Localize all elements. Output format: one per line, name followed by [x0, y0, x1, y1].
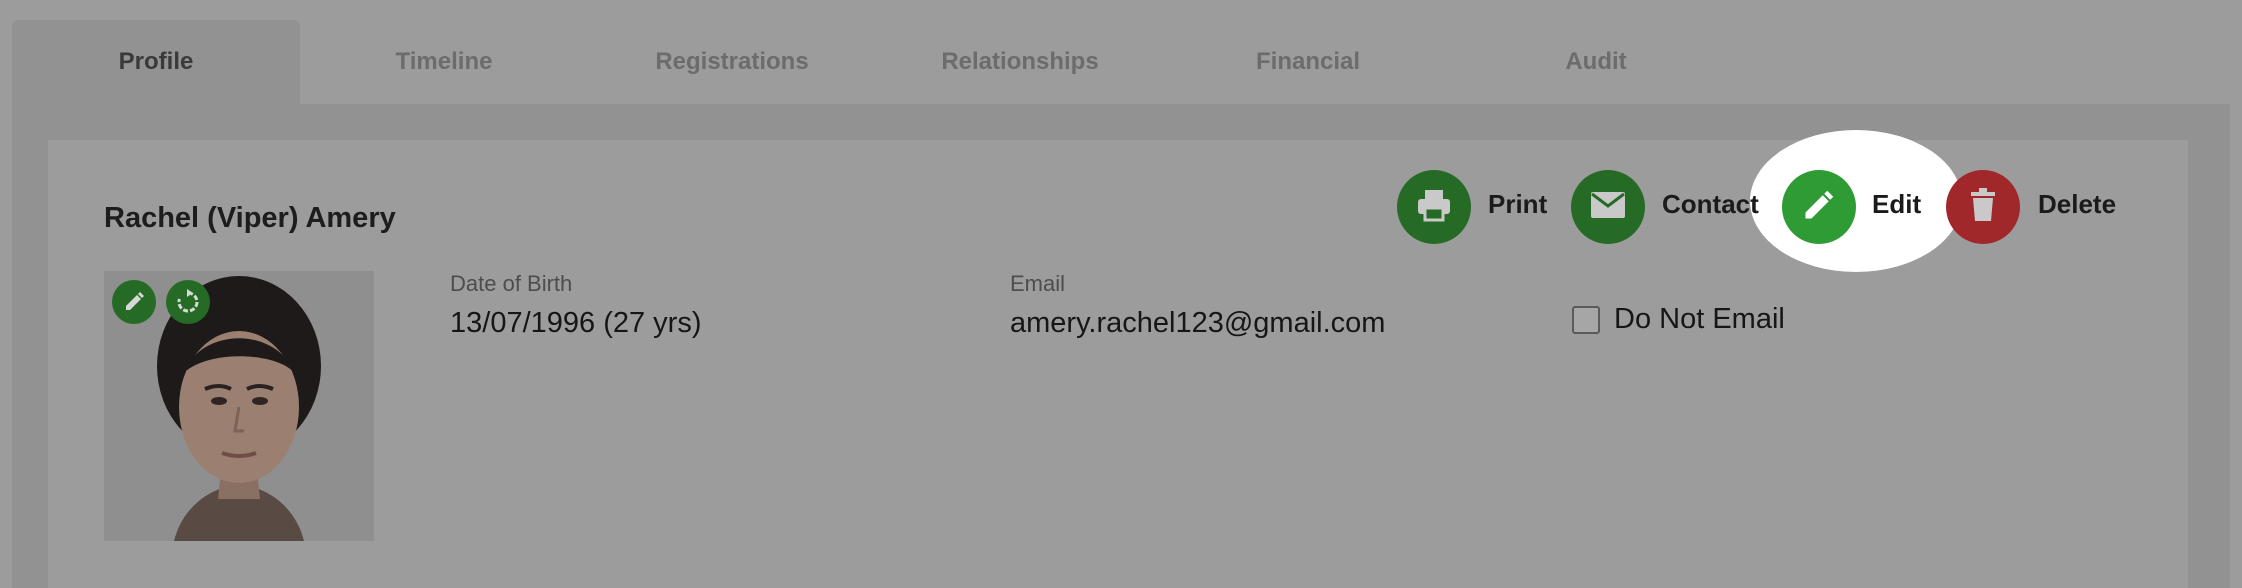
email-label: Email — [1010, 271, 1066, 296]
contact-button[interactable] — [1571, 170, 1645, 244]
dob-label: Date of Birth — [450, 271, 573, 296]
tab-timeline[interactable]: Timeline — [300, 20, 588, 104]
tab-relationships[interactable]: Relationships — [876, 20, 1164, 104]
photo-rotate-button[interactable] — [166, 280, 210, 324]
envelope-icon — [1589, 190, 1627, 225]
print-label[interactable]: Print — [1488, 189, 1547, 220]
dob-value: 13/07/1996 (27 yrs) — [450, 307, 702, 339]
pencil-icon — [1801, 187, 1837, 228]
tab-bar: Profile Timeline Registrations Relations… — [12, 20, 2230, 104]
printer-icon — [1415, 186, 1453, 229]
rotate-icon — [175, 289, 201, 315]
do-not-email-label[interactable]: Do Not Email — [1614, 303, 1785, 336]
trash-icon — [1967, 187, 1999, 228]
contact-label[interactable]: Contact — [1662, 189, 1759, 220]
record-name: Rachel (Viper) Amery — [104, 202, 396, 234]
photo-edit-button[interactable] — [112, 280, 156, 324]
email-value[interactable]: amery.rachel123@gmail.com — [1010, 307, 1385, 340]
do-not-email-checkbox[interactable] — [1572, 306, 1600, 334]
print-button[interactable] — [1397, 170, 1471, 244]
tab-profile[interactable]: Profile — [12, 20, 300, 104]
delete-button[interactable] — [1946, 170, 2020, 244]
tab-registrations[interactable]: Registrations — [588, 20, 876, 104]
tab-audit[interactable]: Audit — [1452, 20, 1740, 104]
edit-label[interactable]: Edit — [1872, 189, 1921, 220]
profile-screen: Profile Timeline Registrations Relations… — [0, 0, 2242, 588]
tab-financial[interactable]: Financial — [1164, 20, 1452, 104]
edit-button[interactable] — [1782, 170, 1856, 244]
pencil-icon — [122, 290, 146, 314]
delete-label[interactable]: Delete — [2038, 189, 2116, 220]
profile-photo — [104, 271, 374, 541]
